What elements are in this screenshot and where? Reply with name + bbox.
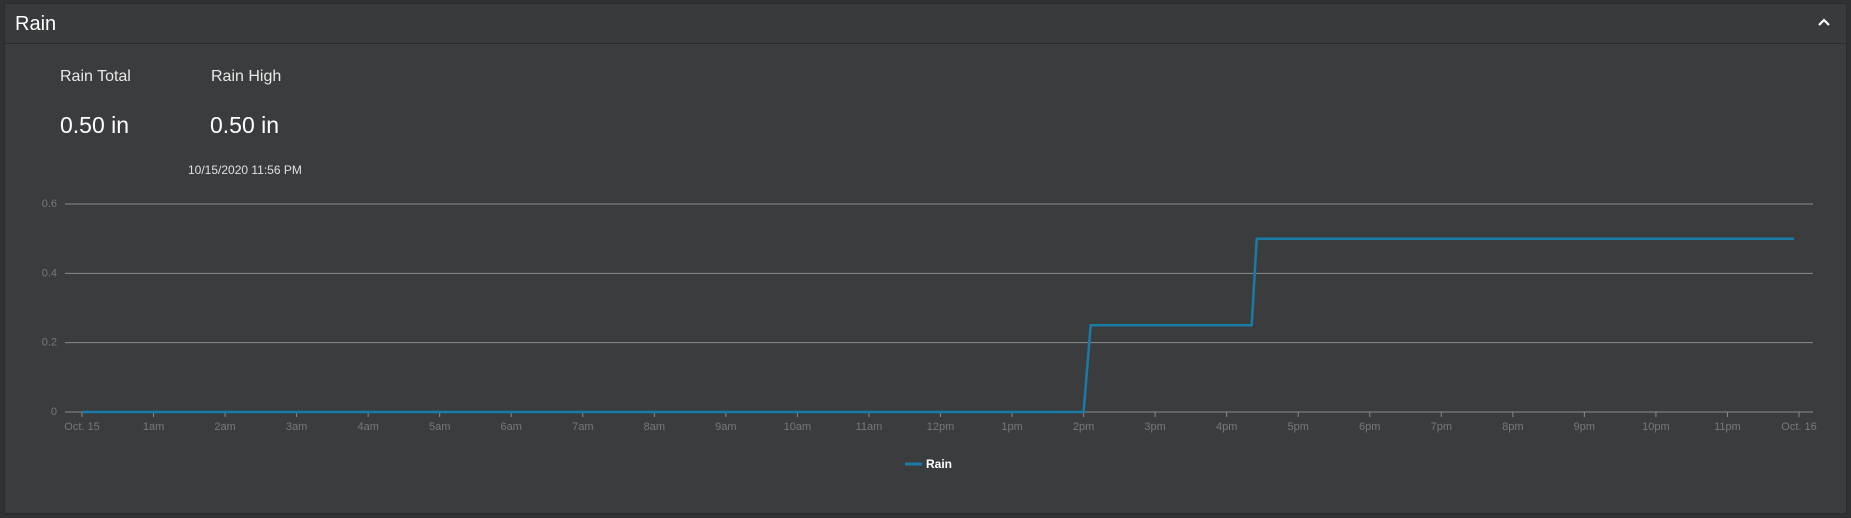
- x-tick-label: 6am: [501, 421, 522, 433]
- x-tick-label: 12pm: [927, 421, 955, 433]
- x-tick-label: 7am: [572, 421, 593, 433]
- x-tick-label: 4am: [357, 421, 378, 433]
- legend-label: Rain: [926, 457, 952, 471]
- x-tick-label: 7pm: [1431, 421, 1452, 433]
- rain-chart: 0 0.2 0.4 0.6 Oct. 15 1am 2am 3am 4am 5am 6am 7am 8…: [42, 198, 1817, 471]
- x-tick-label: Oct. 15: [64, 421, 99, 433]
- y-tick-label: 0.6: [42, 198, 57, 210]
- x-tick-label: 2am: [214, 421, 235, 433]
- x-tick-label: 8am: [644, 421, 665, 433]
- x-tick-label: 5am: [429, 421, 450, 433]
- x-tick-label: 9am: [715, 421, 736, 433]
- x-tick-label: 4pm: [1216, 421, 1237, 433]
- x-tick-label: 5pm: [1288, 421, 1309, 433]
- x-tick-label: 9pm: [1574, 421, 1595, 433]
- y-tick-label: 0.4: [42, 267, 57, 279]
- x-tick-label: 2pm: [1073, 421, 1094, 433]
- y-tick-label: 0: [51, 406, 57, 418]
- x-tick-label: 10am: [784, 421, 812, 433]
- x-tick-label: 3pm: [1144, 421, 1165, 433]
- x-tick-label: 1am: [143, 421, 164, 433]
- rain-panel: Rain Rain Total 0.50 in Rain High 0.50 i…: [4, 3, 1847, 514]
- x-tick-label: 1pm: [1001, 421, 1022, 433]
- x-tick-label: 8pm: [1502, 421, 1523, 433]
- x-tick-label: Oct. 16: [1781, 421, 1816, 433]
- x-tick-label: 11am: [856, 421, 883, 433]
- rain-series-line: [82, 237, 1794, 414]
- x-tick-label: 6pm: [1359, 421, 1380, 433]
- x-tick-label: 3am: [286, 421, 307, 433]
- x-tick-label: 10pm: [1642, 421, 1670, 433]
- y-tick-label: 0.2: [42, 337, 57, 349]
- x-tick-label: 11pm: [1714, 421, 1741, 433]
